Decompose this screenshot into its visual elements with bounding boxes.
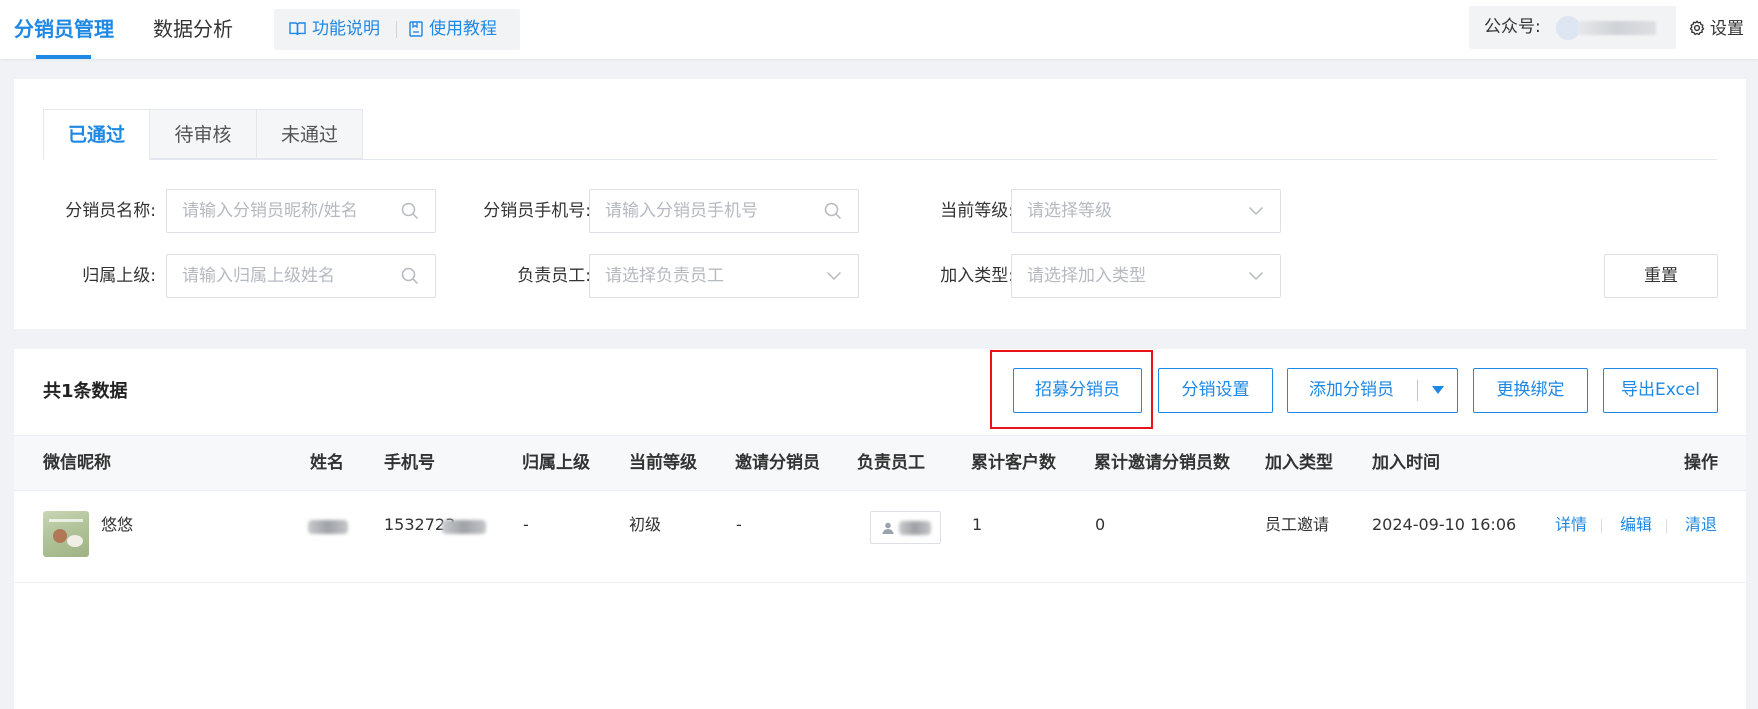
export-excel-button[interactable]: 导出Excel xyxy=(1603,368,1718,413)
book-open-icon xyxy=(289,22,306,36)
table-header: 微信昵称 姓名 手机号 归属上级 当前等级 邀请分销员 负责员工 累计客户数 累… xyxy=(14,435,1746,491)
document-icon xyxy=(409,21,423,37)
tab-label: 数据分析 xyxy=(153,17,233,41)
search-icon xyxy=(401,267,419,285)
add-distributor-button[interactable]: 添加分销员 xyxy=(1287,368,1458,413)
divider xyxy=(1601,519,1602,533)
help-links-box: 功能说明 使用教程 xyxy=(274,9,520,50)
tab-pending-review[interactable]: 待审核 xyxy=(149,109,257,159)
search-icon xyxy=(401,202,419,220)
help-link-label: 功能说明 xyxy=(312,19,380,39)
column-header: 加入类型 xyxy=(1265,453,1333,473)
column-header: 累计客户数 xyxy=(971,453,1056,473)
status-tabs: 已通过 待审核 未通过 xyxy=(43,109,1717,160)
settings-button[interactable]: 设置 xyxy=(1689,0,1744,59)
divider xyxy=(1666,519,1667,533)
distributor-name-label: 分销员名称: xyxy=(65,201,156,221)
dismiss-link[interactable]: 清退 xyxy=(1685,491,1717,559)
edit-link[interactable]: 编辑 xyxy=(1620,491,1652,559)
staff-label: 负责员工: xyxy=(517,266,591,286)
help-link-label: 使用教程 xyxy=(429,19,497,39)
distributor-phone-label: 分销员手机号: xyxy=(483,201,591,221)
tutorial-link[interactable]: 使用教程 xyxy=(409,9,497,50)
total-count: 共1条数据 xyxy=(43,381,128,402)
distributor-phone-input[interactable]: 请输入分销员手机号 xyxy=(589,189,859,233)
user-icon xyxy=(882,522,894,534)
column-header: 姓名 xyxy=(310,453,344,473)
account-label: 公众号: xyxy=(1484,17,1541,37)
nickname-cell: 悠悠 xyxy=(101,515,134,534)
tab-rejected[interactable]: 未通过 xyxy=(256,109,363,159)
inviter-cell: - xyxy=(736,515,742,534)
name-redacted xyxy=(308,520,348,534)
filter-panel: 已通过 待审核 未通过 分销员名称: 请输入分销员昵称/姓名 分销员手机号: 请… xyxy=(14,79,1746,329)
column-header: 操作 xyxy=(1684,453,1718,473)
top-navigation: 分销员管理 数据分析 功能说明 使用教程 公众号: 设置 xyxy=(0,0,1758,59)
input-placeholder: 请输入分销员昵称/姓名 xyxy=(182,201,358,221)
add-distributor-label: 添加分销员 xyxy=(1309,380,1394,400)
customers-cell: 1 xyxy=(972,515,983,534)
select-placeholder: 请选择负责员工 xyxy=(605,266,724,286)
select-placeholder: 请选择等级 xyxy=(1027,201,1112,221)
status-tab-label: 待审核 xyxy=(174,124,232,146)
column-header: 加入时间 xyxy=(1372,453,1440,473)
account-name-redacted xyxy=(1578,21,1656,35)
change-binding-button[interactable]: 更换绑定 xyxy=(1473,368,1588,413)
superior-label: 归属上级: xyxy=(82,266,156,286)
account-selector[interactable]: 公众号: xyxy=(1469,6,1676,49)
column-header: 负责员工 xyxy=(857,453,925,473)
tab-data-analysis[interactable]: 数据分析 xyxy=(153,0,233,59)
current-level-label: 当前等级: xyxy=(940,201,1014,221)
divider xyxy=(396,21,397,38)
data-panel: 共1条数据 招募分销员 分销设置 添加分销员 更换绑定 导出Excel 微信昵称… xyxy=(14,349,1746,709)
superior-input[interactable]: 请输入归属上级姓名 xyxy=(166,254,436,298)
distribution-settings-button[interactable]: 分销设置 xyxy=(1158,368,1273,413)
status-tab-label: 已通过 xyxy=(67,124,125,146)
caret-down-icon[interactable] xyxy=(1432,386,1444,394)
distributor-name-input[interactable]: 请输入分销员昵称/姓名 xyxy=(166,189,436,233)
join-type-cell: 员工邀请 xyxy=(1265,515,1330,534)
recruit-distributor-button[interactable]: 招募分销员 xyxy=(1013,368,1142,413)
tab-distributor-management[interactable]: 分销员管理 xyxy=(14,0,114,59)
join-time-cell: 2024-09-10 16:06 xyxy=(1372,515,1517,534)
tab-label: 分销员管理 xyxy=(14,17,114,41)
staff-name-redacted xyxy=(899,521,931,535)
feature-description-link[interactable]: 功能说明 xyxy=(289,9,380,50)
phone-redacted xyxy=(442,520,486,534)
reset-button[interactable]: 重置 xyxy=(1604,254,1718,298)
search-icon xyxy=(824,202,842,220)
column-header: 累计邀请分销员数 xyxy=(1094,453,1230,473)
settings-label: 设置 xyxy=(1710,19,1744,39)
join-type-label: 加入类型: xyxy=(940,266,1014,286)
account-avatar xyxy=(1556,16,1580,40)
table-row: 悠悠 1532723 - 初级 - 1 0 员工邀请 2024-09-10 16… xyxy=(14,491,1746,583)
column-header: 邀请分销员 xyxy=(735,453,820,473)
gear-icon xyxy=(1689,20,1705,36)
column-header: 当前等级 xyxy=(629,453,697,473)
staff-select[interactable]: 请选择负责员工 xyxy=(589,254,859,298)
level-cell: 初级 xyxy=(629,515,662,534)
select-placeholder: 请选择加入类型 xyxy=(1027,266,1146,286)
divider xyxy=(1417,380,1418,401)
input-placeholder: 请输入分销员手机号 xyxy=(605,201,758,221)
chevron-down-icon xyxy=(1248,271,1264,281)
tab-approved[interactable]: 已通过 xyxy=(43,109,150,160)
input-placeholder: 请输入归属上级姓名 xyxy=(182,266,335,286)
staff-chip[interactable] xyxy=(870,511,941,544)
join-type-select[interactable]: 请选择加入类型 xyxy=(1011,254,1281,298)
status-tab-label: 未通过 xyxy=(280,124,338,146)
superior-cell: - xyxy=(523,515,529,534)
details-link[interactable]: 详情 xyxy=(1555,491,1587,559)
avatar xyxy=(43,511,89,557)
active-tab-underline xyxy=(36,55,91,59)
chevron-down-icon xyxy=(826,271,842,281)
current-level-select[interactable]: 请选择等级 xyxy=(1011,189,1281,233)
column-header: 手机号 xyxy=(384,453,435,473)
invited-cell: 0 xyxy=(1095,515,1106,534)
chevron-down-icon xyxy=(1248,206,1264,216)
column-header: 归属上级 xyxy=(522,453,590,473)
column-header: 微信昵称 xyxy=(43,453,111,473)
